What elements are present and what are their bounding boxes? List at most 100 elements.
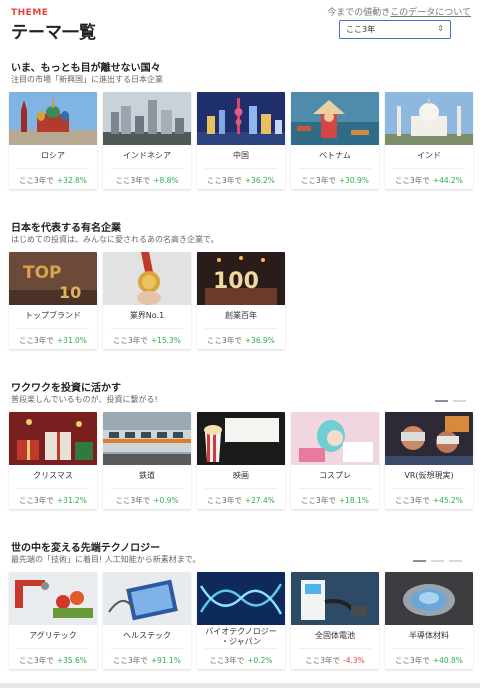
theme-card-biotech-japan[interactable]: バイオテクノロジー ・ジャパン ここ3年で +0.2% [197, 572, 285, 669]
card-pct: -4.3% [343, 656, 365, 665]
card-name: 中国 [233, 151, 249, 160]
card-stat: ここ3年で +32.8% [9, 175, 97, 186]
card-name: インド [417, 151, 441, 160]
period-select[interactable]: ここ3年 ⇕ [339, 20, 451, 39]
svg-text:100: 100 [213, 269, 259, 294]
section-title: いま、もっとも目が離せない国々 [11, 63, 161, 74]
theme-card-vietnam[interactable]: ベトナム ここ3年で +30.9% [291, 92, 379, 189]
card-stat: ここ3年で +8.8% [103, 175, 191, 186]
card-stat: ここ3年で +0.2% [197, 655, 285, 666]
card-divider [299, 648, 371, 649]
card-pct: +0.2% [247, 656, 273, 665]
healthtech-photo [103, 572, 191, 625]
svg-text:TOP: TOP [23, 263, 62, 283]
data-info-prefix: 今までの値動き [327, 8, 391, 18]
card-stat: ここ3年で +31.0% [9, 335, 97, 346]
card-period: ここ3年で [209, 656, 245, 665]
card-name: 創業百年 [225, 311, 257, 320]
card-stat: ここ3年で +40.8% [385, 655, 473, 666]
card-name: 全固体電池 [315, 631, 355, 640]
card-divider [17, 168, 89, 169]
carousel-dots[interactable] [435, 400, 466, 402]
card-name-line1: バイオテクノロジー [205, 627, 277, 636]
carousel-dot[interactable] [449, 560, 462, 562]
theme-card-healthtech[interactable]: ヘルステック ここ3年で +91.1% [103, 572, 191, 669]
card-stat: ここ3年で -4.3% [291, 655, 379, 666]
card-period: ここ3年で [301, 496, 336, 505]
card-name: アグリテック [29, 631, 77, 640]
card-divider [205, 488, 277, 489]
card-divider [205, 648, 277, 649]
carousel-dot[interactable] [435, 400, 448, 402]
card-divider [111, 168, 183, 169]
theme-card-china[interactable]: 中国 ここ3年で +36.2% [197, 92, 285, 189]
page-title: テーマ一覧 [11, 23, 96, 43]
data-info-link[interactable]: このデータについて [390, 8, 471, 18]
card-period: ここ3年で [301, 176, 336, 185]
carousel-dot[interactable] [413, 560, 426, 562]
card-name: 鉄道 [139, 471, 155, 480]
card-divider [393, 648, 465, 649]
card-name: ヘルステック [123, 631, 171, 640]
vr-photo [385, 412, 473, 465]
dna-photo [197, 572, 285, 625]
theme-card-vr[interactable]: VR(仮想現実) ここ3年で +45.2% [385, 412, 473, 509]
card-pct: +31.2% [56, 496, 87, 505]
card-row: クリスマス ここ3年で +31.2% 鉄道 ここ3年で +0.9% 映画 ここ3年で… [9, 412, 473, 509]
card-divider [205, 168, 277, 169]
card-period: ここ3年で [113, 336, 148, 345]
card-pct: +36.2% [244, 176, 275, 185]
card-row: アグリテック ここ3年で +35.6% ヘルステック ここ3年で +91.1% バイ… [9, 572, 473, 669]
card-name: クリスマス [33, 471, 73, 480]
theme-card-movie[interactable]: 映画 ここ3年で +27.4% [197, 412, 285, 509]
vietnam-photo [291, 92, 379, 145]
card-name: トップブランド [25, 311, 81, 320]
card-stat: ここ3年で +36.9% [197, 335, 285, 346]
card-divider [393, 168, 465, 169]
card-period: ここ3年で [395, 176, 430, 185]
card-name: バイオテクノロジー ・ジャパン [197, 627, 285, 647]
carousel-dot[interactable] [431, 560, 444, 562]
agritech-photo [9, 572, 97, 625]
theme-card-semiconductor-materials[interactable]: 半導体材料 ここ3年で +40.8% [385, 572, 473, 669]
wafer-photo [385, 572, 473, 625]
card-period: ここ3年で [395, 656, 430, 665]
theme-card-christmas[interactable]: クリスマス ここ3年で +31.2% [9, 412, 97, 509]
cinema-photo [197, 412, 285, 465]
theme-card-cosplay[interactable]: コスプレ ここ3年で +18.1% [291, 412, 379, 509]
card-pct: +36.9% [244, 336, 275, 345]
carousel-dot[interactable] [453, 400, 466, 402]
theme-card-india[interactable]: インド ここ3年で +44.2% [385, 92, 473, 189]
card-stat: ここ3年で +15.3% [103, 335, 191, 346]
card-period: ここ3年で [19, 176, 54, 185]
card-divider [111, 328, 183, 329]
card-divider [299, 488, 371, 489]
period-select-value: ここ3年 [346, 25, 376, 34]
card-divider [393, 488, 465, 489]
theme-card-railway[interactable]: 鉄道 ここ3年で +0.9% [103, 412, 191, 509]
card-pct: +15.3% [150, 336, 181, 345]
section-subtitle: 最先端の「技術」に着目! 人工知能から新素材まで。 [11, 555, 201, 564]
card-stat: ここ3年で +35.6% [9, 655, 97, 666]
card-period: ここ3年で [113, 656, 148, 665]
jakarta-photo [103, 92, 191, 145]
theme-card-agritech[interactable]: アグリテック ここ3年で +35.6% [9, 572, 97, 669]
theme-card-top-brand[interactable]: TOP 10 トップブランド ここ3年で +31.0% [9, 252, 97, 349]
card-stat: ここ3年で +18.1% [291, 495, 379, 506]
theme-card-indonesia[interactable]: インドネシア ここ3年で +8.8% [103, 92, 191, 189]
card-stat: ここ3年で +27.4% [197, 495, 285, 506]
card-stat: ここ3年で +31.2% [9, 495, 97, 506]
card-pct: +27.4% [244, 496, 275, 505]
theme-card-centennial[interactable]: 100 創業百年 ここ3年で +36.9% [197, 252, 285, 349]
card-name: ロシア [41, 151, 65, 160]
theme-card-solid-state-battery[interactable]: 全固体電池 ここ3年で -4.3% [291, 572, 379, 669]
card-name: インドネシア [123, 151, 171, 160]
carousel-dots[interactable] [413, 560, 462, 562]
card-stat: ここ3年で +44.2% [385, 175, 473, 186]
theme-card-russia[interactable]: ロシア ここ3年で +32.8% [9, 92, 97, 189]
theme-card-industry-no1[interactable]: 業界No.1 ここ3年で +15.3% [103, 252, 191, 349]
medal-photo [103, 252, 191, 305]
card-period: ここ3年で [395, 496, 430, 505]
card-stat: ここ3年で +45.2% [385, 495, 473, 506]
card-period: ここ3年で [19, 496, 54, 505]
